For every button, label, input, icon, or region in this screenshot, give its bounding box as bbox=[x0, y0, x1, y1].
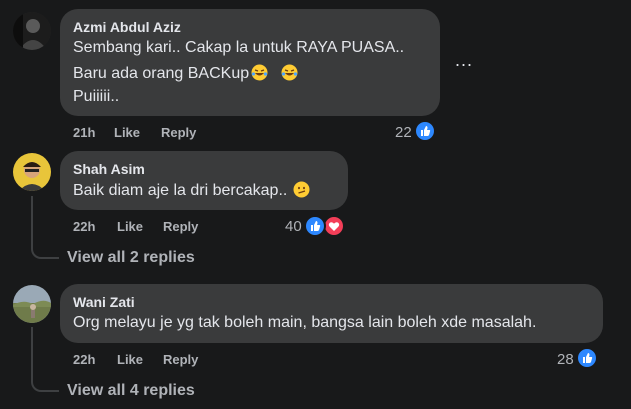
rolling-laughing-emoji bbox=[251, 64, 268, 81]
smirk-emoji bbox=[293, 181, 310, 198]
like-button[interactable]: Like bbox=[117, 352, 143, 367]
love-reaction-icon[interactable] bbox=[323, 215, 345, 237]
comment-time[interactable]: 22h bbox=[73, 219, 95, 234]
reply-thread-line bbox=[31, 196, 59, 259]
like-reaction-icon[interactable] bbox=[414, 120, 436, 142]
rolling-laughing-emoji bbox=[281, 64, 298, 81]
reply-button[interactable]: Reply bbox=[161, 125, 196, 140]
reaction-count[interactable]: 28 bbox=[557, 351, 574, 368]
like-button[interactable]: Like bbox=[114, 125, 140, 140]
reply-button[interactable]: Reply bbox=[163, 219, 198, 234]
comment-text-line: Org melayu je yg tak boleh main, bangsa … bbox=[73, 314, 537, 331]
avatar[interactable] bbox=[13, 12, 51, 50]
like-reaction-icon[interactable] bbox=[576, 347, 598, 369]
comment-text-line: Baru ada orang BACKup bbox=[73, 64, 298, 83]
comment-author[interactable]: Wani Zati bbox=[73, 294, 135, 310]
avatar[interactable] bbox=[13, 285, 51, 323]
comment-time[interactable]: 22h bbox=[73, 352, 95, 367]
comment-text-line: Baik diam aje la dri bercakap.. bbox=[73, 181, 310, 200]
reply-thread-line bbox=[31, 327, 59, 392]
reaction-count[interactable]: 22 bbox=[395, 124, 412, 141]
reaction-count[interactable]: 40 bbox=[285, 218, 302, 235]
comment-time[interactable]: 21h bbox=[73, 125, 95, 140]
comment-author[interactable]: Azmi Abdul Aziz bbox=[73, 19, 181, 35]
comment-text-line: Sembang kari.. Cakap la untuk RAYA PUASA… bbox=[73, 39, 405, 56]
more-options-button[interactable]: ... bbox=[455, 50, 473, 71]
reply-button[interactable]: Reply bbox=[163, 352, 198, 367]
avatar[interactable] bbox=[13, 153, 51, 191]
view-replies-link[interactable]: View all 2 replies bbox=[67, 249, 195, 267]
like-button[interactable]: Like bbox=[117, 219, 143, 234]
view-replies-link[interactable]: View all 4 replies bbox=[67, 382, 195, 400]
like-reaction-icon[interactable] bbox=[304, 215, 326, 237]
comment-text-line: Puiiiii.. bbox=[73, 88, 120, 105]
comment-author[interactable]: Shah Asim bbox=[73, 161, 145, 177]
